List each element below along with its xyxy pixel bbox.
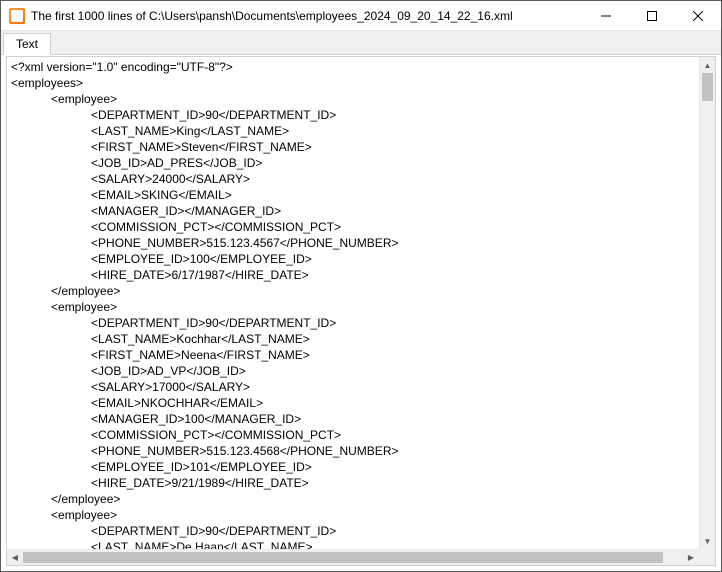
scroll-left-arrow-icon[interactable]: ◀ [7,550,23,565]
tab-strip: Text [1,31,721,55]
scroll-up-arrow-icon[interactable]: ▲ [700,57,715,73]
window-controls [583,1,721,30]
title-bar: The first 1000 lines of C:\Users\pansh\D… [1,1,721,31]
maximize-button[interactable] [629,1,675,30]
vertical-scroll-thumb[interactable] [702,73,713,101]
tab-text[interactable]: Text [3,33,51,55]
minimize-button[interactable] [583,1,629,30]
horizontal-scroll-thumb[interactable] [23,552,663,563]
vertical-scrollbar[interactable]: ▲ ▼ [699,57,715,549]
horizontal-scrollbar[interactable]: ◀ ▶ [7,549,699,565]
xml-text-view[interactable]: <?xml version="1.0" encoding="UTF-8"?> <… [7,57,699,549]
scroll-down-arrow-icon[interactable]: ▼ [700,533,715,549]
scrollbar-corner [699,549,715,565]
content-panel: <?xml version="1.0" encoding="UTF-8"?> <… [6,56,716,566]
scroll-right-arrow-icon[interactable]: ▶ [683,550,699,565]
window-title: The first 1000 lines of C:\Users\pansh\D… [31,9,583,23]
app-icon [9,8,25,24]
close-button[interactable] [675,1,721,30]
